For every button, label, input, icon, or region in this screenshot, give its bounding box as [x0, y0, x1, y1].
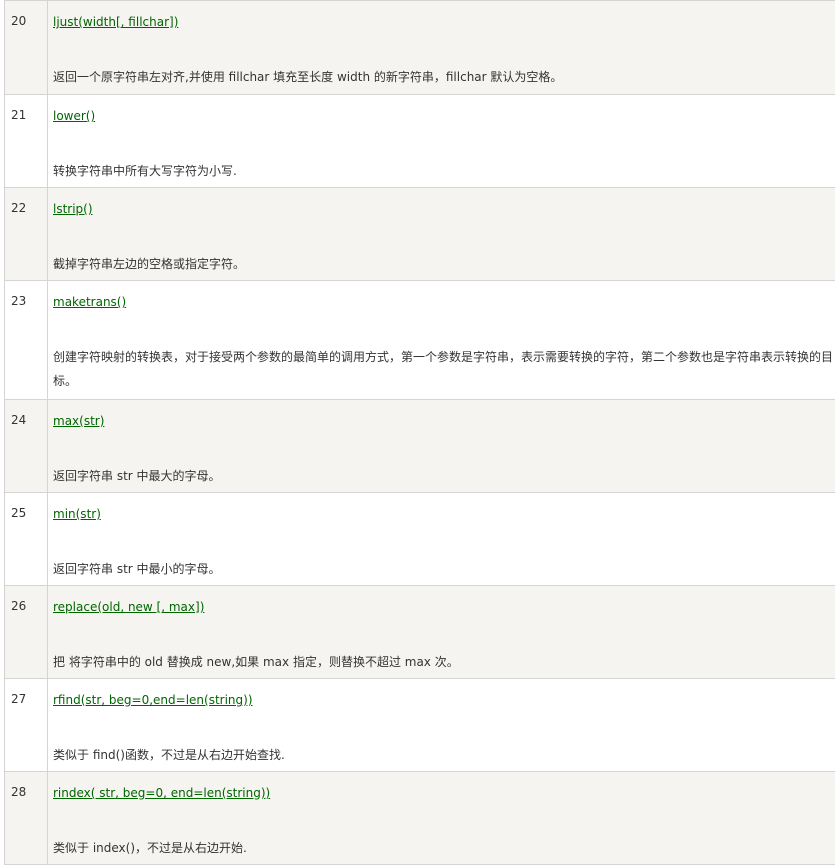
method-link-lstrip[interactable]: lstrip() [53, 201, 835, 217]
table-row: 21 lower() 转换字符串中所有大写字符为小写. [5, 95, 835, 188]
method-link-ljust[interactable]: ljust(width[, fillchar]) [53, 14, 835, 30]
method-cell: max(str) 返回字符串 str 中最大的字母。 [48, 400, 835, 493]
method-cell: ljust(width[, fillchar]) 返回一个原字符串左对齐,并使用… [48, 1, 835, 95]
table-row: 28 rindex( str, beg=0, end=len(string)) … [5, 772, 835, 865]
method-link-maketrans[interactable]: maketrans() [53, 294, 835, 310]
table-row: 27 rfind(str, beg=0,end=len(string)) 类似于… [5, 679, 835, 772]
method-link-rindex[interactable]: rindex( str, beg=0, end=len(string)) [53, 785, 835, 801]
method-link-max[interactable]: max(str) [53, 413, 835, 429]
method-description: 返回一个原字符串左对齐,并使用 fillchar 填充至长度 width 的新字… [53, 65, 835, 89]
row-number: 21 [5, 95, 48, 188]
method-cell: rfind(str, beg=0,end=len(string)) 类似于 fi… [48, 679, 835, 772]
method-description: 转换字符串中所有大写字符为小写. [53, 159, 835, 183]
table-row: 25 min(str) 返回字符串 str 中最小的字母。 [5, 493, 835, 586]
method-link-rfind[interactable]: rfind(str, beg=0,end=len(string)) [53, 692, 835, 708]
method-description: 返回字符串 str 中最大的字母。 [53, 464, 835, 488]
table-row: 22 lstrip() 截掉字符串左边的空格或指定字符。 [5, 188, 835, 281]
method-cell: min(str) 返回字符串 str 中最小的字母。 [48, 493, 835, 586]
method-link-lower[interactable]: lower() [53, 108, 835, 124]
method-description: 返回字符串 str 中最小的字母。 [53, 557, 835, 581]
row-number: 25 [5, 493, 48, 586]
row-number: 26 [5, 586, 48, 679]
method-cell: lstrip() 截掉字符串左边的空格或指定字符。 [48, 188, 835, 281]
row-number: 28 [5, 772, 48, 865]
table-row: 26 replace(old, new [, max]) 把 将字符串中的 ol… [5, 586, 835, 679]
table-row: 24 max(str) 返回字符串 str 中最大的字母。 [5, 400, 835, 493]
row-number: 23 [5, 281, 48, 400]
method-link-replace[interactable]: replace(old, new [, max]) [53, 599, 835, 615]
method-cell: lower() 转换字符串中所有大写字符为小写. [48, 95, 835, 188]
table-row: 20 ljust(width[, fillchar]) 返回一个原字符串左对齐,… [5, 1, 835, 95]
row-number: 20 [5, 1, 48, 95]
method-description: 创建字符映射的转换表，对于接受两个参数的最简单的调用方式，第一个参数是字符串，表… [53, 345, 835, 393]
method-link-min[interactable]: min(str) [53, 506, 835, 522]
method-cell: maketrans() 创建字符映射的转换表，对于接受两个参数的最简单的调用方式… [48, 281, 835, 400]
table-row: 23 maketrans() 创建字符映射的转换表，对于接受两个参数的最简单的调… [5, 281, 835, 400]
method-cell: rindex( str, beg=0, end=len(string)) 类似于… [48, 772, 835, 865]
method-description: 类似于 find()函数，不过是从右边开始查找. [53, 743, 835, 767]
method-description: 把 将字符串中的 old 替换成 new,如果 max 指定，则替换不超过 ma… [53, 650, 835, 674]
string-methods-table: 20 ljust(width[, fillchar]) 返回一个原字符串左对齐,… [4, 0, 835, 865]
method-description: 截掉字符串左边的空格或指定字符。 [53, 252, 835, 276]
method-cell: replace(old, new [, max]) 把 将字符串中的 old 替… [48, 586, 835, 679]
method-description: 类似于 index()，不过是从右边开始. [53, 836, 835, 860]
row-number: 22 [5, 188, 48, 281]
row-number: 24 [5, 400, 48, 493]
row-number: 27 [5, 679, 48, 772]
